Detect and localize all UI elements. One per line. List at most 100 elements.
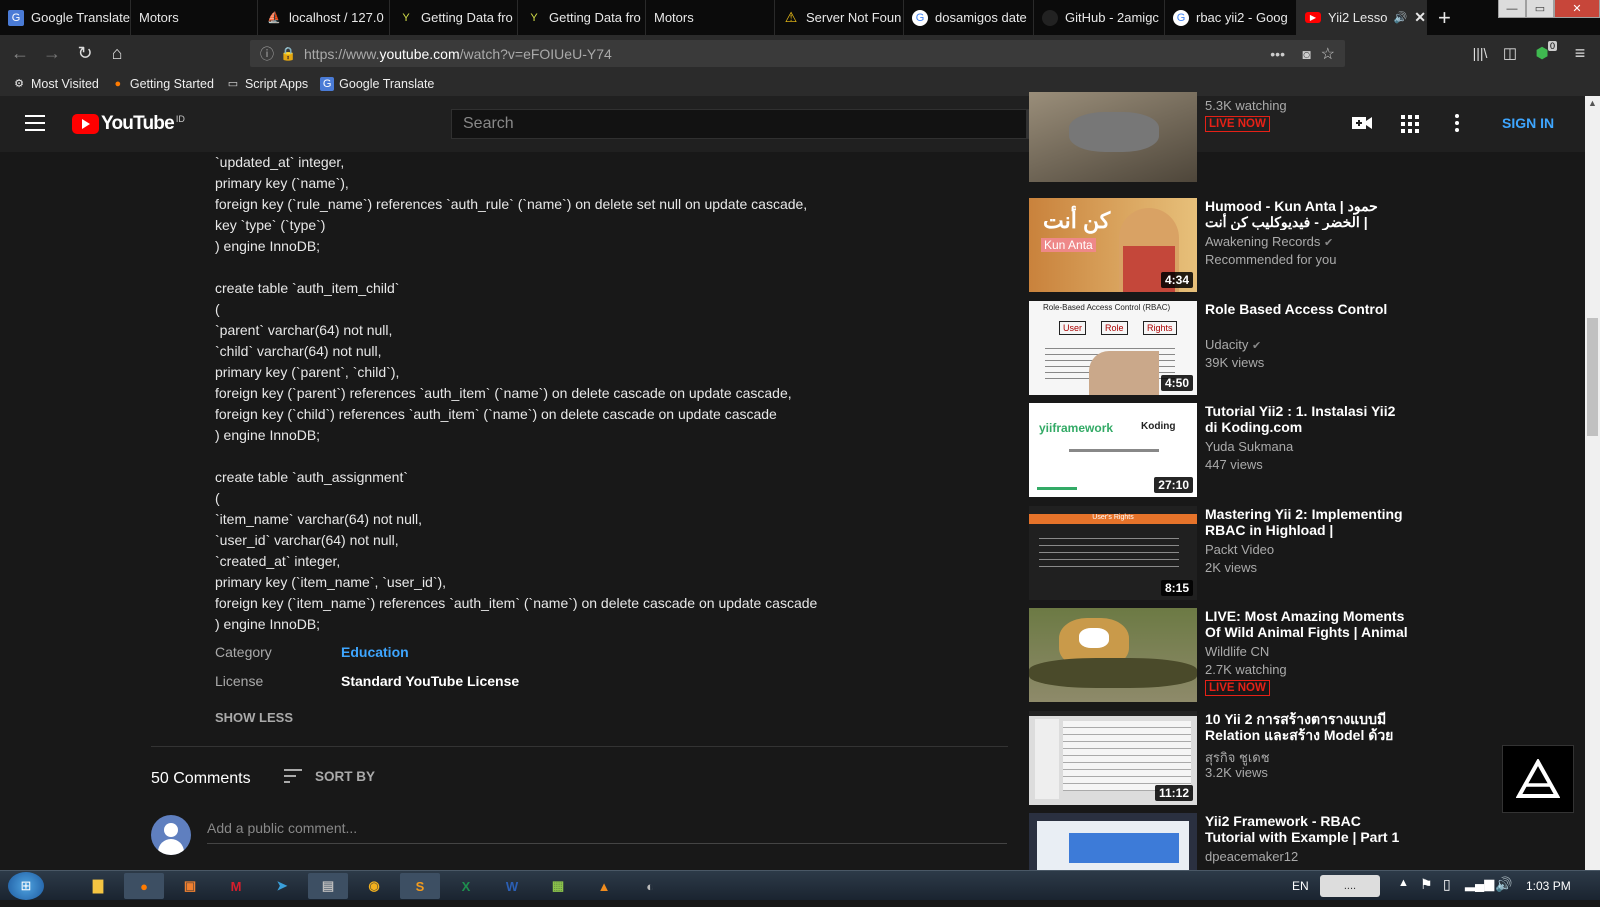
browser-tab[interactable]: ▶ Yii2 Lesso 🔊 ✕ bbox=[1297, 0, 1427, 35]
browser-tab[interactable]: Motors bbox=[131, 0, 258, 35]
youtube-logo[interactable]: YouTube ID bbox=[72, 113, 185, 135]
window-taskbar-icon[interactable]: ▤ bbox=[308, 873, 348, 899]
scrollbar-thumb[interactable] bbox=[1587, 318, 1598, 436]
bookmark-item[interactable]: ⚙ Most Visited bbox=[12, 77, 99, 91]
recommended-video[interactable]: yiiframework Koding 27:10 Tutorial Yii2 : 1… bbox=[1029, 403, 1409, 497]
vlc-taskbar-icon[interactable]: ▲ bbox=[584, 873, 624, 899]
library-icon[interactable]: |||\ bbox=[1468, 41, 1492, 65]
video-thumbnail[interactable] bbox=[1029, 92, 1197, 182]
bookmark-star-icon[interactable]: ☆ bbox=[1321, 44, 1335, 64]
word-taskbar-icon[interactable]: W bbox=[492, 873, 532, 899]
info-icon[interactable]: ⓘ bbox=[260, 44, 274, 64]
channel-name[interactable]: Wildlife CN bbox=[1205, 644, 1269, 659]
channel-name[interactable]: Awakening Records ✔ bbox=[1205, 234, 1333, 249]
forward-button[interactable]: → bbox=[40, 41, 64, 65]
app-m-taskbar-icon[interactable]: M bbox=[216, 873, 256, 899]
bookmark-label: Getting Started bbox=[129, 76, 214, 91]
chrome-taskbar-icon[interactable]: ◉ bbox=[354, 873, 394, 899]
network-taskbar-icon[interactable]: ▦ bbox=[538, 873, 578, 899]
tab-label: localhost / 127.0 bbox=[289, 10, 384, 25]
xampp-taskbar-icon[interactable]: ▣ bbox=[170, 873, 210, 899]
tab-close-icon[interactable]: ✕ bbox=[1414, 9, 1426, 26]
tab-audio-icon[interactable]: 🔊 bbox=[1394, 11, 1408, 24]
new-tab-button[interactable]: + bbox=[1430, 0, 1460, 35]
video-title[interactable]: Yii2 Framework - RBAC Tutorial with Exam… bbox=[1205, 813, 1410, 845]
browser-tab[interactable]: Gdosamigos date bbox=[904, 0, 1034, 35]
live-now-badge: LIVE NOW bbox=[1205, 116, 1270, 132]
video-thumbnail[interactable]: Role-Based Access Control (RBAC) User Role… bbox=[1029, 301, 1197, 395]
back-button[interactable]: ← bbox=[8, 41, 32, 65]
video-title[interactable]: Humood - Kun Anta | حمود الخضر - فيديوكل… bbox=[1205, 198, 1410, 230]
volume-icon[interactable]: 🔊 bbox=[1495, 876, 1512, 893]
excel-taskbar-icon[interactable]: X bbox=[446, 873, 486, 899]
search-input[interactable]: Search bbox=[451, 109, 1027, 139]
action-center-flag-icon[interactable]: ⚑ bbox=[1420, 876, 1433, 893]
channel-name[interactable]: Packt Video bbox=[1205, 542, 1274, 557]
pocket-icon[interactable]: ◙ bbox=[1303, 46, 1311, 62]
channel-name[interactable]: Udacity ✔ bbox=[1205, 337, 1261, 352]
tray-expand-icon[interactable]: ▲ bbox=[1398, 877, 1409, 889]
video-thumbnail[interactable] bbox=[1029, 813, 1197, 873]
close-window-button[interactable]: ✕ bbox=[1554, 0, 1600, 18]
video-thumbnail[interactable]: yiiframework Koding 27:10 bbox=[1029, 403, 1197, 497]
recommended-video[interactable]: كن أنت Kun Anta 4:34 Humood - Kun Anta | حم… bbox=[1029, 198, 1409, 292]
address-bar[interactable]: ⓘ 🔒 https://www.youtube.com/watch?v=eFOI… bbox=[250, 40, 1345, 67]
browser-tab[interactable]: Motors bbox=[646, 0, 775, 35]
category-link[interactable]: Education bbox=[341, 644, 409, 660]
app-taskbar-icon[interactable]: ◐ bbox=[630, 873, 670, 899]
menu-icon[interactable]: ≡ bbox=[1568, 41, 1592, 65]
video-title[interactable]: 10 Yii 2 การสร้างตารางแบบมี Relation และ… bbox=[1205, 711, 1410, 743]
start-button[interactable]: ⊞ bbox=[8, 872, 44, 900]
video-title[interactable]: LIVE: Most Amazing Moments Of Wild Anima… bbox=[1205, 608, 1410, 640]
hamburger-menu-icon[interactable] bbox=[25, 113, 45, 133]
sidebar-toggle-icon[interactable]: ◫ bbox=[1498, 41, 1522, 65]
show-less-button[interactable]: SHOW LESS bbox=[215, 710, 293, 725]
settings-more-icon[interactable] bbox=[1455, 114, 1459, 137]
tray-toolbar[interactable]: .... bbox=[1320, 875, 1380, 897]
browser-tab[interactable]: ⚠ Server Not Foun bbox=[775, 0, 904, 35]
scroll-up-arrow[interactable]: ▲ bbox=[1588, 98, 1597, 108]
language-indicator[interactable]: EN bbox=[1292, 879, 1309, 893]
channel-name[interactable]: dpeacemaker12 bbox=[1205, 849, 1298, 864]
floating-addon-logo[interactable] bbox=[1502, 745, 1574, 813]
firefox-taskbar-icon[interactable]: ● bbox=[124, 873, 164, 899]
browser-tab[interactable]: Y Getting Data fro bbox=[390, 0, 518, 35]
video-thumbnail[interactable]: 11:12 bbox=[1029, 711, 1197, 805]
recommended-video[interactable]: 11:12 10 Yii 2 การสร้างตารางแบบมี Relatio… bbox=[1029, 711, 1409, 805]
recommended-video[interactable]: 5.3K watching LIVE NOW bbox=[1029, 92, 1409, 190]
clock[interactable]: 1:03 PM bbox=[1526, 879, 1571, 893]
recommended-video[interactable]: User's Rights 8:15 Mastering Yii 2: Implem… bbox=[1029, 506, 1409, 600]
video-thumbnail[interactable]: كن أنت Kun Anta 4:34 bbox=[1029, 198, 1197, 292]
channel-name[interactable]: Yuda Sukmana bbox=[1205, 439, 1293, 454]
reload-button[interactable]: ↻ bbox=[73, 41, 97, 65]
bookmark-item[interactable]: ▭ Script Apps bbox=[226, 77, 308, 91]
bookmark-item[interactable]: G Google Translate bbox=[320, 76, 434, 91]
network-signal-icon[interactable]: ▂▄▆ bbox=[1465, 876, 1494, 892]
comment-input[interactable]: Add a public comment... bbox=[207, 820, 1007, 844]
recommended-video[interactable]: Role-Based Access Control (RBAC) User Role… bbox=[1029, 301, 1409, 395]
browser-tab[interactable]: GitHub - 2amigc bbox=[1034, 0, 1165, 35]
bookmark-item[interactable]: ● Getting Started bbox=[111, 77, 214, 91]
video-title[interactable]: Role Based Access Control bbox=[1205, 301, 1410, 317]
home-button[interactable]: ⌂ bbox=[105, 41, 129, 65]
video-thumbnail[interactable] bbox=[1029, 608, 1197, 702]
minimize-button[interactable]: — bbox=[1498, 0, 1526, 18]
page-actions-icon[interactable]: ••• bbox=[1270, 46, 1285, 62]
browser-tab[interactable]: ⛵ localhost / 127.0 bbox=[258, 0, 390, 35]
sort-by-button[interactable]: SORT BY bbox=[284, 768, 375, 784]
video-title[interactable]: Tutorial Yii2 : 1. Instalasi Yii2 di Kod… bbox=[1205, 403, 1410, 435]
video-title[interactable]: Mastering Yii 2: Implementing RBAC in Hi… bbox=[1205, 506, 1410, 538]
battery-icon[interactable]: ▯ bbox=[1443, 876, 1451, 893]
browser-tab[interactable]: G Google Translate bbox=[0, 0, 131, 35]
addon-icon[interactable]: ⬢ 0 bbox=[1530, 41, 1557, 65]
browser-tab[interactable]: Y Getting Data fro bbox=[518, 0, 646, 35]
sign-in-button[interactable]: SIGN IN bbox=[1502, 115, 1554, 131]
maximize-button[interactable]: ▭ bbox=[1526, 0, 1554, 18]
explorer-taskbar-icon[interactable]: ▇ bbox=[78, 873, 118, 899]
telegram-taskbar-icon[interactable]: ➤ bbox=[262, 873, 302, 899]
recommended-video[interactable]: LIVE: Most Amazing Moments Of Wild Anima… bbox=[1029, 608, 1409, 702]
video-thumbnail[interactable]: User's Rights 8:15 bbox=[1029, 506, 1197, 600]
sublime-taskbar-icon[interactable]: S bbox=[400, 873, 440, 899]
page-scrollbar[interactable]: ▲ bbox=[1585, 96, 1600, 870]
browser-tab[interactable]: Grbac yii2 - Goog bbox=[1165, 0, 1297, 35]
